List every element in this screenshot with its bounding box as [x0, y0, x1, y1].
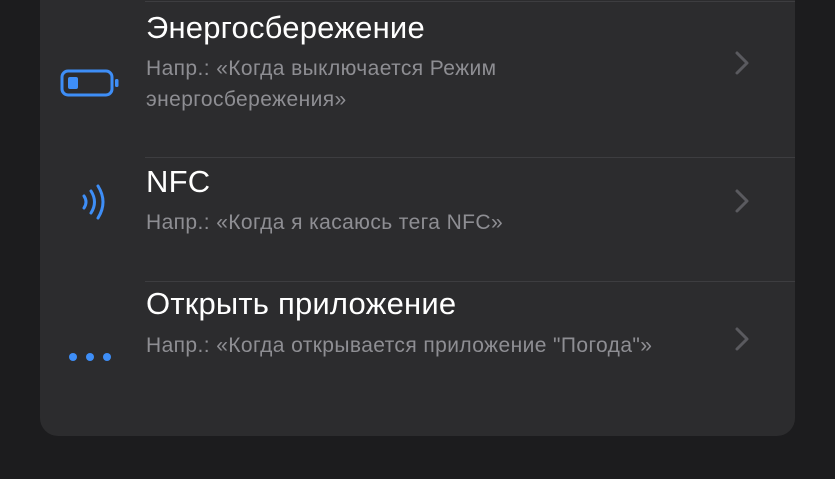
more-icon	[58, 337, 122, 377]
list-item-subtitle: Напр.: «Когда выключается Режим энергосб…	[146, 57, 497, 111]
trigger-list-card: Энергосбережение Напр.: «Когда выключает…	[40, 0, 795, 436]
list-item-subtitle: Напр.: «Когда я касаюсь тега NFC»	[146, 211, 504, 234]
chevron-right-icon	[730, 324, 754, 354]
list-item-subtitle: Напр.: «Когда открывается приложение "По…	[146, 334, 653, 357]
chevron-right-icon	[730, 48, 754, 78]
list-item-title: NFC	[146, 164, 211, 199]
list-item-nfc[interactable]: NFC Напр.: «Когда я касаюсь тега NFC»	[40, 158, 795, 282]
list-item-title: Энергосбережение	[146, 10, 425, 45]
list-item-power-saving[interactable]: Энергосбережение Напр.: «Когда выключает…	[40, 2, 795, 158]
nfc-icon	[58, 182, 122, 222]
battery-icon	[58, 63, 122, 103]
chevron-right-icon	[730, 186, 754, 216]
list-item-title: Открыть приложение	[146, 286, 457, 321]
list-item-open-app[interactable]: Открыть приложение Напр.: «Когда открыва…	[40, 282, 795, 436]
screen: Энергосбережение Напр.: «Когда выключает…	[0, 0, 835, 479]
